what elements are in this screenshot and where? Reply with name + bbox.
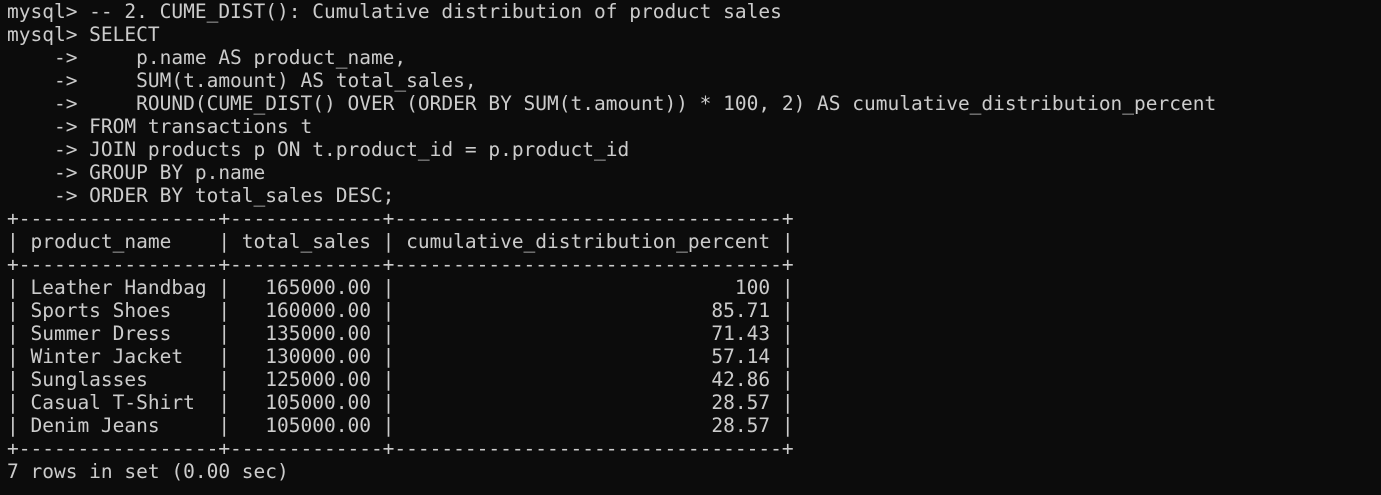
- table-row: | Sunglasses | 125000.00 | 42.86 |: [7, 368, 794, 391]
- comment-line: mysql> -- 2. CUME_DIST(): Cumulative dis…: [7, 0, 782, 23]
- table-header-row: | product_name | total_sales | cumulativ…: [7, 230, 794, 253]
- table-row: | Summer Dress | 135000.00 | 71.43 |: [7, 322, 794, 345]
- sql-continuation-line: -> FROM transactions t: [7, 115, 313, 138]
- table-row: | Casual T-Shirt | 105000.00 | 28.57 |: [7, 391, 794, 414]
- result-summary: 7 rows in set (0.00 sec): [7, 460, 289, 483]
- sql-continuation-line: -> JOIN products p ON t.product_id = p.p…: [7, 138, 630, 161]
- table-row: | Leather Handbag | 165000.00 | 100 |: [7, 276, 794, 299]
- sql-continuation-line: -> SUM(t.amount) AS total_sales,: [7, 69, 477, 92]
- table-row: | Winter Jacket | 130000.00 | 57.14 |: [7, 345, 794, 368]
- table-border-top: +-----------------+-------------+-------…: [7, 207, 794, 230]
- table-header-separator: +-----------------+-------------+-------…: [7, 253, 794, 276]
- table-row: | Denim Jeans | 105000.00 | 28.57 |: [7, 414, 794, 437]
- sql-continuation-line: -> ROUND(CUME_DIST() OVER (ORDER BY SUM(…: [7, 92, 1217, 115]
- table-row: | Sports Shoes | 160000.00 | 85.71 |: [7, 299, 794, 322]
- sql-continuation-line: -> ORDER BY total_sales DESC;: [7, 184, 395, 207]
- table-border-bottom: +-----------------+-------------+-------…: [7, 437, 794, 460]
- sql-continuation-line: -> p.name AS product_name,: [7, 46, 407, 69]
- terminal-window[interactable]: mysql> -- 2. CUME_DIST(): Cumulative dis…: [0, 0, 1381, 495]
- sql-select-line: mysql> SELECT: [7, 23, 160, 46]
- sql-continuation-line: -> GROUP BY p.name: [7, 161, 266, 184]
